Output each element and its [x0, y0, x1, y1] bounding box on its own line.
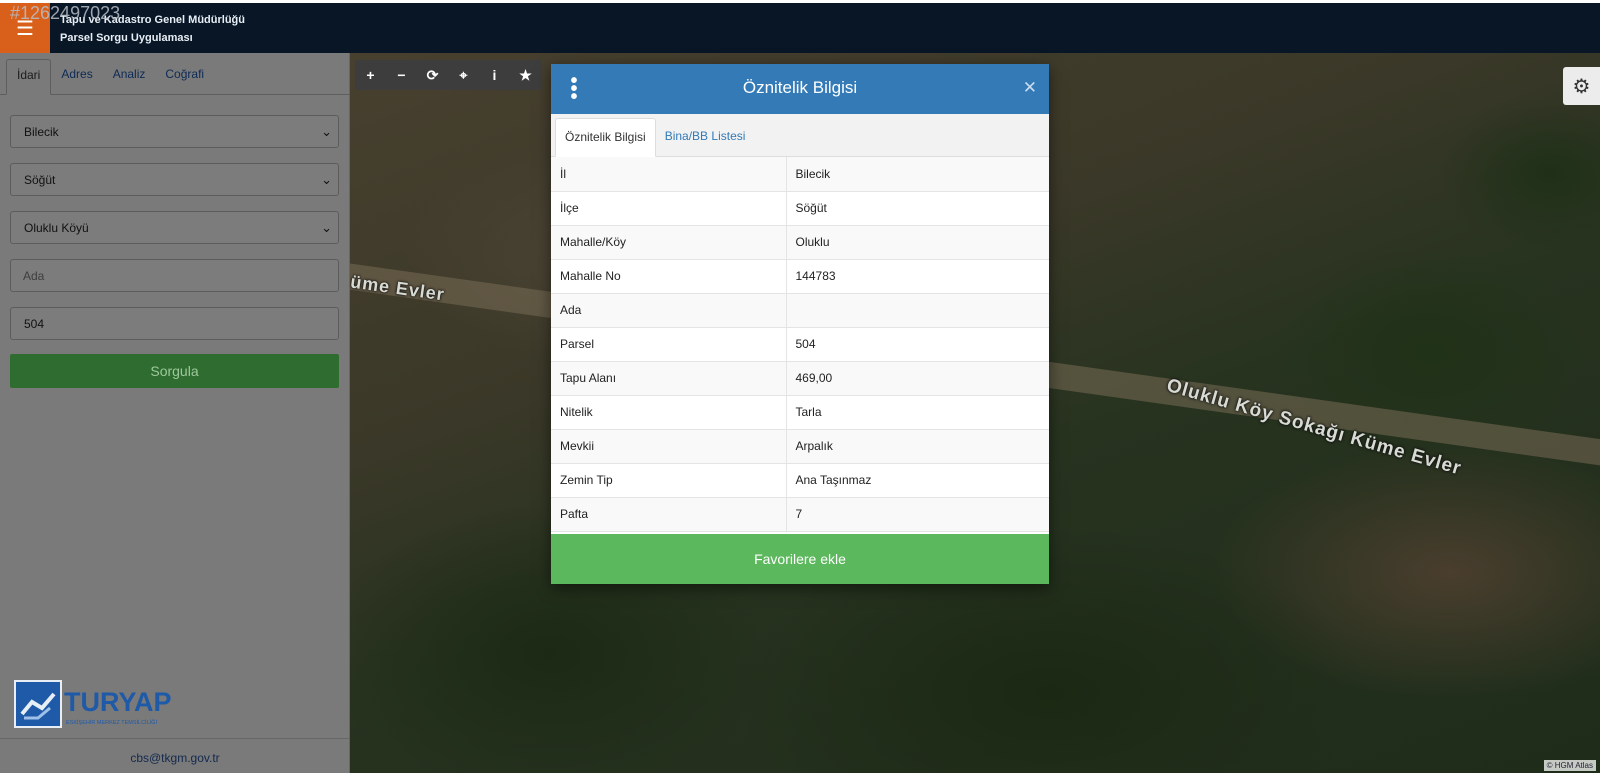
info-icon[interactable]: i: [479, 60, 510, 90]
chevron-down-icon: ⌄: [321, 172, 332, 187]
attribute-value: 7: [786, 497, 1049, 532]
attribute-value: 504: [786, 327, 1049, 362]
tab-adres[interactable]: Adres: [51, 59, 102, 95]
attribute-value: 144783: [786, 259, 1049, 294]
turyap-logo: TURYAP ESKİŞEHİR MERKEZ TEMSİLCİLİĞİ: [14, 680, 172, 728]
listing-id-watermark: #1262497023: [10, 3, 121, 23]
attribute-table: İl Bilecik İlçe Söğüt Mahalle/Köy Oluklu Mahal…: [551, 157, 1049, 532]
add-favorite-button[interactable]: Favorilere ekle: [551, 534, 1049, 584]
attribute-key: Mahalle No: [551, 259, 787, 294]
table-row: Nitelik Tarla: [551, 395, 1049, 430]
table-row: Tapu Alanı 469,00: [551, 361, 1049, 396]
sidebar-tabs: İdari Adres Analiz Coğrafi: [0, 53, 350, 95]
attribute-key: Parsel: [551, 327, 787, 362]
ilce-select[interactable]: Söğüt ⌄: [10, 163, 339, 196]
footer-divider: [0, 738, 350, 739]
locate-icon[interactable]: ⌖: [448, 60, 479, 90]
ada-input-placeholder: Ada: [23, 268, 45, 283]
attribute-modal: • • • Öznitelik Bilgisi ✕ Öznitelik Bilgis…: [551, 64, 1049, 584]
attribute-key: Zemin Tip: [551, 463, 787, 498]
mahalle-select[interactable]: Oluklu Köyü ⌄: [10, 211, 339, 244]
attribute-key: Nitelik: [551, 395, 787, 430]
table-row: İlçe Söğüt: [551, 191, 1049, 226]
refresh-icon[interactable]: ⟳: [417, 60, 448, 90]
table-row: Ada: [551, 293, 1049, 328]
attribute-value: Oluklu: [786, 225, 1049, 260]
attribute-value: Ana Taşınmaz: [786, 463, 1049, 498]
table-row: Mahalle No 144783: [551, 259, 1049, 294]
sorgula-button[interactable]: Sorgula: [10, 354, 339, 388]
modal-header: • • • Öznitelik Bilgisi ✕: [551, 64, 1049, 114]
attribute-value: [786, 293, 1049, 328]
close-icon[interactable]: ✕: [1023, 78, 1037, 98]
il-select[interactable]: Bilecik ⌄: [10, 115, 339, 148]
parsel-input-value: 504: [24, 316, 45, 331]
star-icon[interactable]: ★: [510, 60, 541, 90]
tab-idari[interactable]: İdari: [6, 59, 52, 95]
ilce-select-value: Söğüt: [24, 172, 56, 187]
ada-input[interactable]: Ada: [10, 259, 339, 292]
attribute-key: Tapu Alanı: [551, 361, 787, 396]
footer-email[interactable]: cbs@tkgm.gov.tr: [0, 751, 350, 765]
table-row: Zemin Tip Ana Taşınmaz: [551, 463, 1049, 498]
logo-subtext: ESKİŞEHİR MERKEZ TEMSİLCİLİĞİ: [66, 719, 157, 726]
parsel-input[interactable]: 504: [10, 307, 339, 340]
tab-bina-listesi[interactable]: Bina/BB Listesi: [656, 118, 755, 157]
table-row: Mahalle/Köy Oluklu: [551, 225, 1049, 260]
il-select-value: Bilecik: [24, 124, 59, 139]
app-title-line2: Parsel Sorgu Uygulaması: [60, 32, 193, 44]
attribute-key: Mahalle/Köy: [551, 225, 787, 260]
attribute-key: Pafta: [551, 497, 787, 532]
tab-cografi[interactable]: Coğrafi: [155, 59, 214, 95]
attribute-value: Tarla: [786, 395, 1049, 430]
tab-analiz[interactable]: Analiz: [103, 59, 156, 95]
sidebar: İdari Adres Analiz Coğrafi Bilecik ⌄ Söğ…: [0, 53, 350, 773]
logo-text: TURYAP: [64, 687, 172, 717]
attribute-key: İl: [551, 157, 787, 192]
modal-tabs: Öznitelik Bilgisi Bina/BB Listesi: [551, 114, 1049, 157]
attribute-value: Arpalık: [786, 429, 1049, 464]
table-row: İl Bilecik: [551, 157, 1049, 192]
map-toolbar: + − ⟳ ⌖ i ★: [355, 60, 541, 90]
zoom-out-icon[interactable]: −: [386, 60, 417, 90]
modal-title: Öznitelik Bilgisi: [742, 78, 858, 97]
attribute-key: Mevkii: [551, 429, 787, 464]
attribute-value: Bilecik: [786, 157, 1049, 192]
map-credit: © HGM Atlas: [1543, 760, 1596, 771]
attribute-value: 469,00: [786, 361, 1049, 396]
table-row: Mevkii Arpalık: [551, 429, 1049, 464]
tab-oznitelik[interactable]: Öznitelik Bilgisi: [555, 118, 656, 157]
gear-icon[interactable]: ⚙: [1563, 67, 1600, 105]
attribute-key: İlçe: [551, 191, 787, 226]
zoom-in-icon[interactable]: +: [355, 60, 386, 90]
attribute-value: Söğüt: [786, 191, 1049, 226]
mahalle-select-value: Oluklu Köyü: [24, 220, 89, 235]
table-row: Parsel 504: [551, 327, 1049, 362]
chevron-down-icon: ⌄: [321, 124, 332, 139]
attribute-key: Ada: [551, 293, 787, 328]
chevron-down-icon: ⌄: [321, 220, 332, 235]
table-row: Pafta 7: [551, 497, 1049, 532]
